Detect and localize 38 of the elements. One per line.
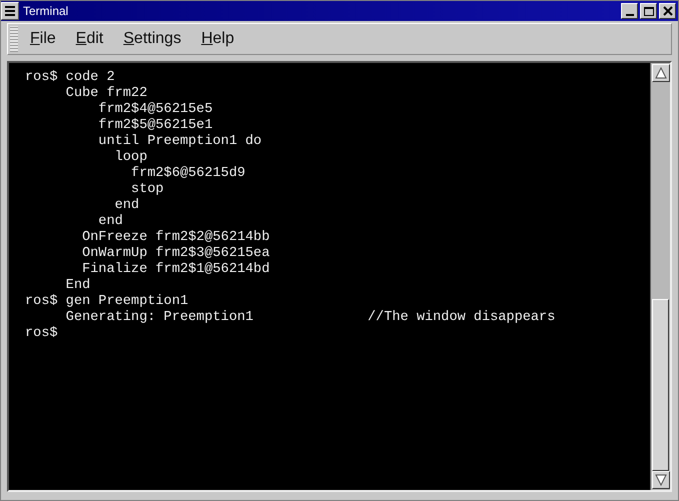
maximize-button[interactable] [640,3,657,19]
terminal-line: End [64,278,90,293]
scrollbar[interactable] [650,63,670,490]
terminal-line: ros$ [25,326,58,341]
minimize-button[interactable] [621,3,638,19]
toolbar-grip[interactable] [10,26,18,52]
maximize-icon [644,6,654,16]
terminal-line: until Preemption1 do [97,134,262,149]
terminal-line: end [97,214,123,229]
menu-item[interactable]: File [22,27,64,51]
down-arrow-icon [655,474,667,486]
terminal-line: frm2$4@56215e5 [97,102,213,117]
terminal-line: frm2$6@56215d9 [130,166,246,181]
terminal-line: stop [130,182,164,197]
scroll-up-button[interactable] [652,64,670,82]
menu-icon [4,5,16,17]
terminal-line: ros$ gen Preemption1 [25,294,188,309]
terminal-line: Finalize frm2$1@56214bd [81,262,270,277]
window-menu-button[interactable] [1,2,19,20]
terminal-line: Cube frm22 [64,86,148,101]
terminal-comment: //The window disappears [368,310,556,325]
up-arrow-icon [655,67,667,79]
terminal-line: OnWarmUp frm2$3@56215ea [81,246,270,261]
terminal-line: loop [114,150,148,165]
scroll-thumb[interactable] [652,299,669,471]
scroll-down-button[interactable] [652,471,670,489]
close-button[interactable] [659,3,676,19]
terminal-line: end [114,198,140,213]
close-icon [662,6,672,16]
menu-item[interactable]: Edit [68,27,112,51]
terminal-line: ros$ code 2 [25,70,115,85]
menu-item[interactable]: Help [193,27,242,51]
window-title: Terminal [22,3,70,20]
terminal-line: frm2$5@56215e1 [97,118,213,133]
terminal-line: OnFreeze frm2$2@56214bb [81,230,270,245]
menu-item[interactable]: Settings [115,27,190,51]
terminal-line: Generating: Preemption1 [64,310,254,325]
minimize-icon [626,14,634,16]
